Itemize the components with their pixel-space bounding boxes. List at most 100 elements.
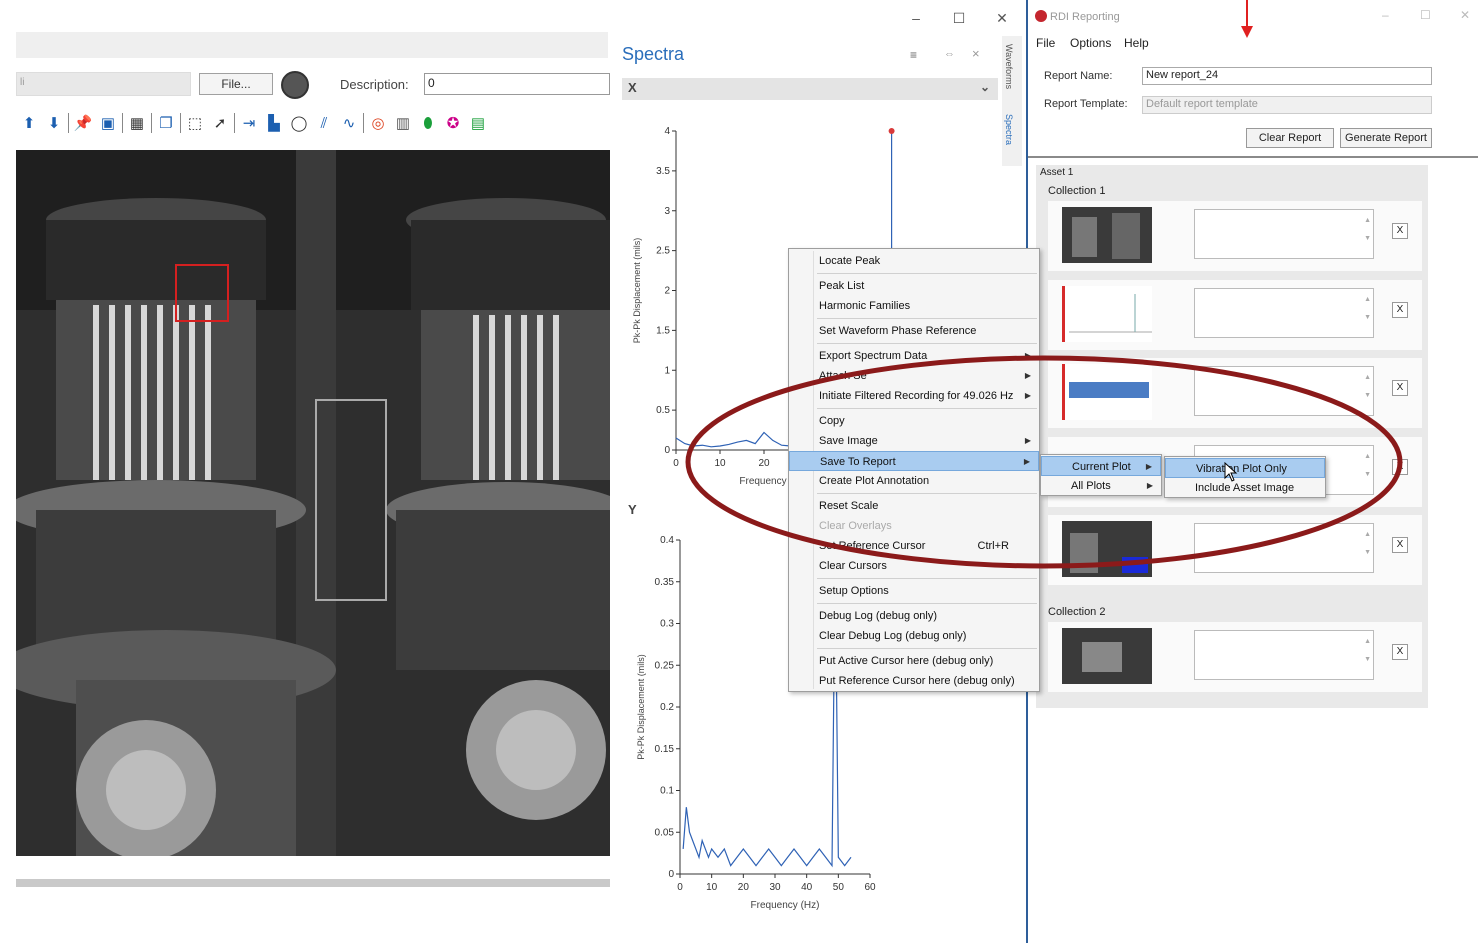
scroll-arrows-icon[interactable]: ▲ ▼ (1364, 633, 1371, 669)
context-menu-item[interactable]: Put Reference Cursor here (debug only) (789, 671, 1039, 691)
thumbnail-waveform-plot[interactable] (1062, 364, 1152, 420)
report-name-label: Report Name: (1044, 70, 1113, 82)
context-menu-item[interactable]: Locate Peak (789, 251, 1039, 271)
menu-file[interactable]: File (1036, 36, 1055, 50)
item-note-input[interactable]: ▲ ▼ (1194, 366, 1374, 416)
menu-options[interactable]: Options (1070, 36, 1111, 50)
curve-icon[interactable]: ∿ (338, 112, 360, 134)
tab-waveforms[interactable]: Waveforms (1004, 44, 1014, 89)
minimize-button[interactable]: – (904, 8, 928, 28)
report-close-button[interactable]: ✕ (1460, 8, 1470, 22)
remove-item-button[interactable]: X (1392, 459, 1408, 475)
camera-icon[interactable] (281, 71, 309, 99)
copy-icon[interactable]: ❐ (155, 112, 177, 134)
graph-icon[interactable]: ⫽ (313, 112, 335, 134)
color-wheel-icon[interactable]: ✪ (442, 112, 464, 134)
pin-panel-icon[interactable]: ⇔ (944, 48, 955, 60)
panel-options-icon[interactable]: ≡ (910, 48, 917, 62)
select-rect-icon[interactable]: ⬚ (184, 112, 206, 134)
thumbnail-spectrum-plot[interactable] (1062, 286, 1152, 342)
thumbnail-asset-photo[interactable] (1062, 521, 1152, 577)
context-menu-item[interactable]: Save To Report ▶ (789, 451, 1039, 471)
item-note-input[interactable]: ▲ ▼ (1194, 523, 1374, 573)
context-menu-item[interactable]: Attach Se ▶ (789, 366, 1039, 386)
item-note-input[interactable]: ▲ ▼ (1194, 209, 1374, 259)
x-tick-label: 10 (706, 882, 718, 893)
close-button[interactable]: ✕ (990, 8, 1014, 28)
context-menu-item[interactable]: Set Reference Cursor Ctrl+R (789, 536, 1039, 556)
context-menu-item[interactable]: Create Plot Annotation (789, 471, 1039, 491)
heatmap-icon[interactable]: ⬮ (417, 112, 439, 134)
context-menu-item[interactable]: Initiate Filtered Recording for 49.026 H… (789, 386, 1039, 406)
arrow-down-icon[interactable]: ⬇ (43, 112, 65, 134)
context-menu-item[interactable]: Set Waveform Phase Reference (789, 321, 1039, 341)
remove-item-button[interactable]: X (1392, 223, 1408, 239)
asset-group: Asset 1 Collection 1 ▲ ▼ X ▲ ▼ X ▲ ▼ X ▲ ▼ X (1036, 165, 1428, 708)
report-maximize-button[interactable]: ☐ (1420, 8, 1431, 22)
tab-spectra[interactable]: Spectra (1004, 114, 1014, 145)
scroll-arrows-icon[interactable]: ▲ ▼ (1364, 526, 1371, 562)
toolbar-divider (151, 113, 152, 133)
submenu-item[interactable]: Vibration Plot Only (1165, 458, 1325, 478)
navigate-icon[interactable]: ➚ (209, 112, 231, 134)
context-menu-item[interactable]: Setup Options (789, 581, 1039, 601)
ellipse-icon[interactable]: ◯ (288, 112, 310, 134)
color-circle-icon[interactable]: ◎ (367, 112, 389, 134)
context-menu-item[interactable]: Debug Log (debug only) (789, 606, 1039, 626)
report-minimize-button[interactable]: – (1382, 8, 1389, 22)
gradient-icon[interactable]: ▥ (392, 112, 414, 134)
palette-icon[interactable]: ▤ (467, 112, 489, 134)
remove-item-button[interactable]: X (1392, 644, 1408, 660)
scroll-arrows-icon[interactable]: ▲ ▼ (1364, 369, 1371, 405)
fit-image-icon[interactable]: ▣ (97, 112, 119, 134)
generate-report-button[interactable]: Generate Report (1340, 128, 1432, 148)
chevron-down-icon[interactable]: ⌄ (980, 80, 990, 94)
scroll-arrows-icon[interactable]: ▲ ▼ (1364, 448, 1371, 484)
y-tick-label: 0.1 (660, 786, 674, 797)
toolbar-divider (234, 113, 235, 133)
horizontal-scrollbar[interactable] (16, 879, 610, 887)
collection-2-label: Collection 2 (1048, 606, 1106, 618)
item-note-input[interactable]: ▲ ▼ (1194, 288, 1374, 338)
file-button[interactable]: File... (199, 73, 273, 95)
remove-item-button[interactable]: X (1392, 537, 1408, 553)
plot-y-label: Y (628, 502, 637, 517)
context-menu-item[interactable]: Harmonic Families (789, 296, 1039, 316)
menu-item-label: Save To Report (820, 456, 896, 468)
context-menu-item[interactable]: Reset Scale (789, 496, 1039, 516)
maximize-button[interactable]: ☐ (947, 8, 971, 28)
context-menu-item[interactable]: Save Image ▶ (789, 431, 1039, 451)
menu-item-label: Harmonic Families (819, 300, 911, 312)
partial-field[interactable]: li (16, 72, 191, 96)
context-menu-item[interactable]: Copy (789, 411, 1039, 431)
context-menu-item[interactable]: Clear Debug Log (debug only) (789, 626, 1039, 646)
menu-help[interactable]: Help (1124, 36, 1149, 50)
thumbnail-asset-photo[interactable] (1062, 628, 1152, 684)
item-note-input[interactable]: ▲ ▼ (1194, 630, 1374, 680)
clear-report-button[interactable]: Clear Report (1246, 128, 1334, 148)
span-icon[interactable]: ⇥ (238, 112, 260, 134)
scroll-arrows-icon[interactable]: ▲ ▼ (1364, 212, 1371, 248)
scroll-arrows-icon[interactable]: ▲ ▼ (1364, 291, 1371, 327)
remove-item-button[interactable]: X (1392, 380, 1408, 396)
chart-area-icon[interactable]: ▙ (263, 112, 285, 134)
submenu-item[interactable]: Include Asset Image (1165, 478, 1325, 498)
submenu-item[interactable]: Current Plot ▶ (1041, 456, 1161, 476)
side-tab-strip: Waveforms Spectra (1002, 36, 1022, 166)
pin-icon[interactable]: 📌 (72, 112, 94, 134)
description-input[interactable]: 0 (424, 73, 610, 95)
submenu-item[interactable]: All Plots ▶ (1041, 476, 1161, 496)
context-menu-item[interactable]: Peak List (789, 276, 1039, 296)
context-menu-item[interactable]: Export Spectrum Data ▶ (789, 346, 1039, 366)
arrow-up-icon[interactable]: ⬆ (18, 112, 40, 134)
plot-x-header[interactable]: X ⌄ (622, 78, 998, 100)
menu-item-label: Current Plot (1072, 461, 1131, 473)
thumbnail-asset-photo[interactable] (1062, 207, 1152, 263)
context-menu-item[interactable]: Clear Cursors (789, 556, 1039, 576)
remove-item-button[interactable]: X (1392, 302, 1408, 318)
report-name-input[interactable]: New report_24 (1142, 67, 1432, 85)
close-panel-icon[interactable]: × (972, 46, 980, 61)
top-strip (16, 32, 608, 58)
grid-icon[interactable]: ▦ (126, 112, 148, 134)
context-menu-item[interactable]: Put Active Cursor here (debug only) (789, 651, 1039, 671)
